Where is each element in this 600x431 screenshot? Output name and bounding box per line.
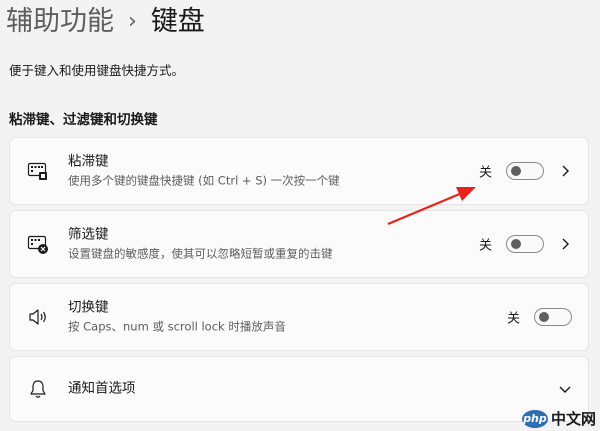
filter-keys-title: 筛选键	[68, 226, 109, 243]
toggle-keys-title: 切换键	[68, 299, 109, 316]
filter-keys-card[interactable]: 筛选键 设置键盘的敏感度，使其可以忽略短暂或重复的击键 关	[9, 210, 589, 278]
toggle-knob	[539, 312, 549, 322]
filter-keys-toggle[interactable]	[506, 235, 544, 253]
watermark-text: 中文网	[550, 410, 596, 428]
sticky-keys-state: 关	[479, 165, 493, 181]
filter-keys-subtitle: 设置键盘的敏感度，使其可以忽略短暂或重复的击键	[68, 246, 333, 261]
speaker-icon	[27, 306, 49, 328]
toggle-knob	[511, 166, 521, 176]
section-title: 粘滞键、过滤键和切换键	[9, 112, 158, 128]
bell-icon	[27, 378, 49, 400]
page-description: 便于键入和使用键盘快捷方式。	[9, 63, 185, 78]
sticky-keys-subtitle: 使用多个键的键盘快捷键 (如 Ctrl + S) 一次按一个键	[68, 173, 340, 188]
breadcrumb-separator-icon: ›	[128, 9, 137, 34]
breadcrumb-parent[interactable]: 辅助功能	[6, 2, 114, 42]
toggle-keys-state: 关	[507, 311, 521, 327]
sticky-keys-title: 粘滞键	[68, 153, 109, 170]
watermark-logo-icon: php	[521, 409, 548, 428]
toggle-knob	[511, 239, 521, 249]
sticky-keys-toggle[interactable]	[506, 162, 544, 180]
sticky-keys-card[interactable]: 粘滞键 使用多个键的键盘快捷键 (如 Ctrl + S) 一次按一个键 关	[9, 137, 589, 205]
breadcrumb: 辅助功能 › 键盘	[6, 2, 205, 42]
notification-preferences-card[interactable]: 通知首选项	[9, 356, 589, 422]
filter-keys-icon	[27, 233, 49, 255]
sticky-keys-icon	[27, 160, 49, 182]
filter-keys-state: 关	[479, 238, 493, 254]
notification-preferences-title: 通知首选项	[68, 380, 136, 397]
toggle-keys-subtitle: 按 Caps、num 或 scroll lock 时播放声音	[68, 319, 286, 334]
watermark: php 中文网	[521, 408, 596, 429]
chevron-down-icon[interactable]	[558, 382, 572, 396]
toggle-keys-toggle[interactable]	[534, 308, 572, 326]
chevron-right-icon[interactable]	[558, 237, 572, 251]
page-title: 键盘	[150, 6, 205, 37]
chevron-right-icon[interactable]	[558, 164, 572, 178]
toggle-keys-card[interactable]: 切换键 按 Caps、num 或 scroll lock 时播放声音 关	[9, 283, 589, 351]
